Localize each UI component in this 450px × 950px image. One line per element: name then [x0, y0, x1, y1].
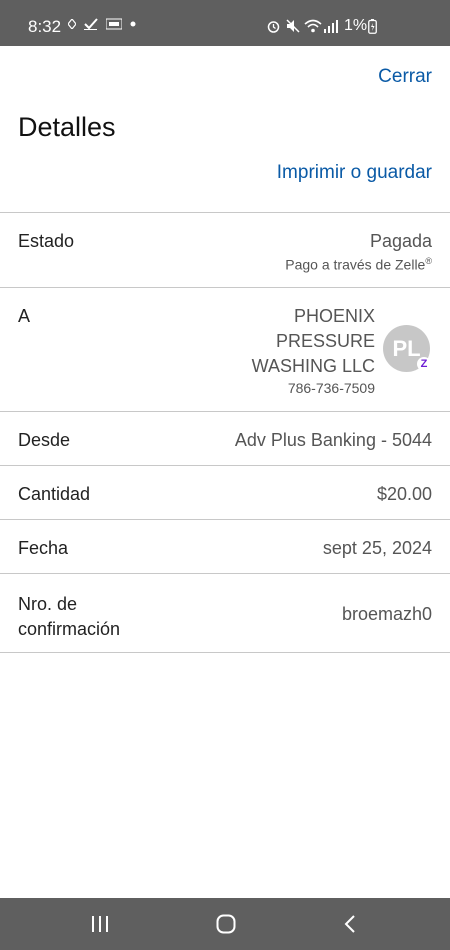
- confirmation-value: broemazh0: [341, 604, 432, 624]
- registered-mark: ®: [425, 256, 432, 266]
- navigation-icon: [68, 19, 76, 29]
- divider: [0, 411, 450, 412]
- zelle-text: Pago a través de Zelle: [285, 256, 426, 273]
- signal-icon: [324, 20, 338, 33]
- status-subtext: Pago a través de Zelle®: [285, 256, 432, 273]
- battery-icon: [368, 19, 377, 34]
- status-bar: 8:32 1%: [0, 0, 450, 46]
- date-value: sept 25, 2024: [322, 538, 432, 558]
- amount-value: $20.00: [376, 484, 432, 504]
- print-or-save-button[interactable]: Imprimir o guardar: [277, 162, 432, 184]
- status-label: Estado: [18, 231, 75, 251]
- check-icon: [84, 18, 98, 30]
- recipient-label: A: [18, 306, 31, 326]
- navigation-bar: [0, 898, 450, 950]
- from-value: Adv Plus Banking - 5044: [234, 430, 432, 450]
- confirmation-label: Nro. de confirmación: [18, 592, 120, 642]
- divider: [0, 519, 450, 520]
- divider: [0, 573, 450, 574]
- status-time: 8:32: [28, 17, 62, 36]
- page-title: Detalles: [18, 112, 116, 142]
- divider: [0, 465, 450, 466]
- confirmation-label-line: Nro. de: [18, 594, 78, 614]
- recipient-phone: 786-736-7509: [287, 380, 375, 396]
- divider: [0, 652, 450, 653]
- wifi-icon: [304, 19, 322, 33]
- temu-icon: [106, 18, 122, 30]
- date-label: Fecha: [18, 538, 69, 558]
- recipient-name-line: WASHING LLC: [251, 356, 375, 376]
- close-button[interactable]: Cerrar: [378, 66, 432, 88]
- recipient-name-line: PHOENIX: [293, 306, 375, 326]
- recipient-name-line: PRESSURE: [275, 331, 375, 351]
- from-label: Desde: [18, 430, 71, 450]
- recipient-name: PHOENIX PRESSURE WASHING LLC: [252, 304, 375, 379]
- zelle-badge-icon: Z: [417, 357, 431, 371]
- home-icon[interactable]: [216, 914, 236, 934]
- recent-apps-icon[interactable]: [91, 916, 109, 932]
- mute-icon: [286, 19, 300, 33]
- dot-icon: [130, 21, 136, 27]
- amount-label: Cantidad: [18, 484, 91, 504]
- back-icon[interactable]: [343, 914, 357, 934]
- alarm-icon: [267, 21, 280, 33]
- battery-percent: 1%: [344, 17, 368, 34]
- notification-icons: [68, 18, 136, 30]
- divider: [0, 212, 450, 213]
- status-value: Pagada: [369, 231, 432, 251]
- divider: [0, 287, 450, 288]
- confirmation-label-line: confirmación: [18, 619, 121, 639]
